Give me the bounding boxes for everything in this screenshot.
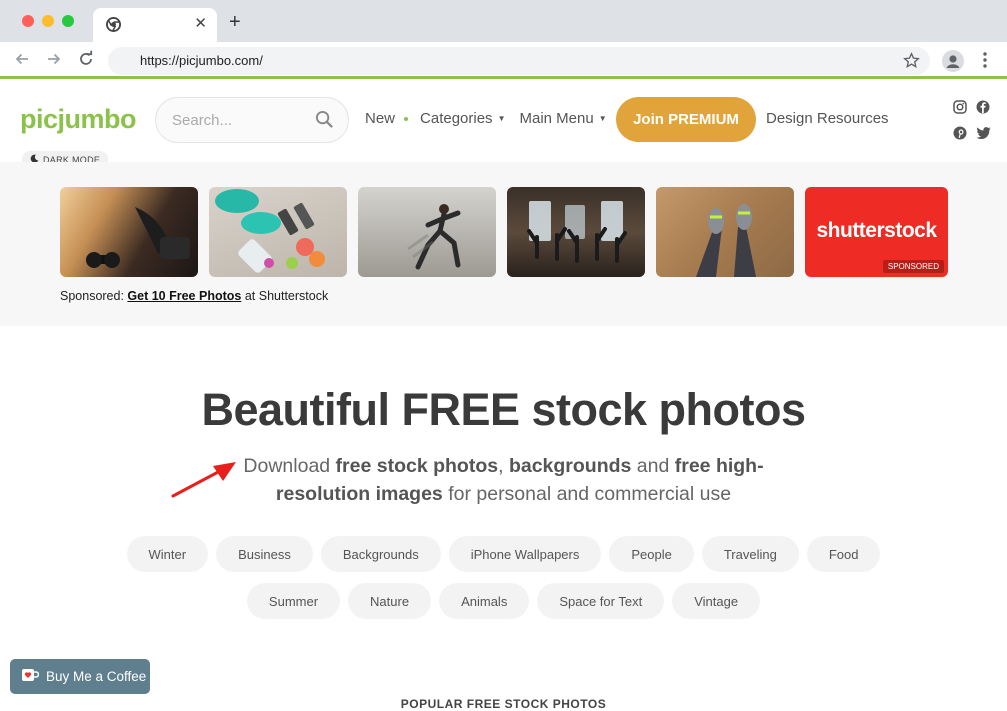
hero-subtitle: Download free stock photos, backgrounds … <box>230 452 777 508</box>
facebook-icon[interactable] <box>976 100 992 119</box>
window-controls <box>22 15 74 27</box>
chevron-down-icon: ▼ <box>598 114 607 123</box>
pinterest-icon[interactable] <box>953 126 969 145</box>
hero-sub-text: , <box>498 455 509 477</box>
hero-title: Beautiful FREE stock photos <box>201 384 806 435</box>
site-logo[interactable]: picjumbo <box>20 104 137 135</box>
chip-animals[interactable]: Animals <box>439 583 530 619</box>
chip-space-for-text[interactable]: Space for Text <box>537 583 665 619</box>
search-box <box>155 97 349 143</box>
chip-iphone-wallpapers[interactable]: iPhone Wallpapers <box>448 536 602 572</box>
sponsored-prefix: Sponsored: <box>60 289 124 303</box>
join-premium-button[interactable]: Join PREMIUM <box>616 97 756 142</box>
chip-summer[interactable]: Summer <box>246 583 341 619</box>
tab-close-icon[interactable]: ✕ <box>194 15 207 33</box>
hero-sub-bold: free stock photos <box>335 455 499 477</box>
sponsored-suffix: at Shutterstock <box>244 289 329 303</box>
sponsored-photo-runner[interactable] <box>358 187 496 277</box>
chevron-down-icon: ▼ <box>497 114 506 123</box>
shutterstock-logo: shutterstock <box>816 219 937 242</box>
chip-nature[interactable]: Nature <box>348 583 432 619</box>
buy-me-a-coffee-button[interactable]: Buy Me a Coffee <box>10 659 150 694</box>
shutterstock-ad[interactable]: shutterstock SPONSORED <box>805 187 948 277</box>
hero-sub-text: Download <box>243 455 336 477</box>
main-nav: New Categories ▼ Main Menu ▼ <box>365 110 621 127</box>
red-arrow-annotation-icon <box>170 458 240 505</box>
sponsored-section: shutterstock SPONSORED Sponsored: Get 10… <box>0 162 1007 326</box>
nav-new[interactable]: New <box>365 110 395 127</box>
nav-main-menu[interactable]: Main Menu <box>519 110 593 127</box>
chip-vintage[interactable]: Vintage <box>672 583 761 619</box>
url-text: https://picjumbo.com/ <box>140 53 263 68</box>
sponsored-photo-stretching[interactable] <box>656 187 794 277</box>
hero-sub-text: and <box>631 455 675 477</box>
browser-menu-icon[interactable] <box>983 51 987 74</box>
popular-heading: POPULAR FREE STOCK PHOTOS <box>400 697 607 711</box>
nav-categories[interactable]: Categories <box>420 110 493 127</box>
hero-sub-bold: backgrounds <box>508 455 632 477</box>
site-header: picjumbo New Categories ▼ Main Menu ▼ Jo… <box>0 79 1007 168</box>
profile-avatar-icon[interactable] <box>942 50 964 72</box>
category-chips-row-2: Summer Nature Animals Space for Text Vin… <box>0 583 1007 619</box>
instagram-icon[interactable] <box>953 100 969 119</box>
sponsored-photo-dumbbells[interactable] <box>60 187 198 277</box>
maximize-window-button[interactable] <box>62 15 74 27</box>
get-free-photos-link[interactable]: Get 10 Free Photos <box>127 289 241 303</box>
coffee-cup-icon <box>21 668 40 685</box>
chip-people[interactable]: People <box>609 536 694 572</box>
reload-icon[interactable] <box>77 50 95 73</box>
chrome-favicon-icon <box>106 17 121 37</box>
sponsored-line: Sponsored: Get 10 Free Photos at Shutter… <box>60 289 328 303</box>
search-input[interactable] <box>172 112 312 129</box>
hero-sub-text: for personal and commercial use <box>442 483 732 505</box>
new-tab-button[interactable]: + <box>229 12 241 32</box>
sponsored-photo-gym-class[interactable] <box>507 187 645 277</box>
minimize-window-button[interactable] <box>42 15 54 27</box>
chip-business[interactable]: Business <box>216 536 313 572</box>
sponsored-thumbnails: shutterstock SPONSORED <box>60 187 948 277</box>
nav-design-resources[interactable]: Design Resources <box>766 110 889 127</box>
chip-winter[interactable]: Winter <box>126 536 209 572</box>
browser-tab[interactable]: ✕ <box>93 8 217 42</box>
category-chips-row-1: Winter Business Backgrounds iPhone Wallp… <box>0 536 1007 572</box>
twitter-icon[interactable] <box>976 126 992 145</box>
browser-toolbar: https://picjumbo.com/ <box>0 42 1007 79</box>
back-arrow-icon[interactable] <box>13 50 31 73</box>
social-links <box>953 100 992 145</box>
new-indicator-dot <box>404 116 409 121</box>
coffee-label: Buy Me a Coffee <box>46 669 147 684</box>
bookmark-star-icon[interactable] <box>903 52 920 74</box>
sponsored-badge: SPONSORED <box>882 260 944 273</box>
address-bar[interactable]: https://picjumbo.com/ <box>108 47 930 75</box>
browser-tab-strip: ✕ + <box>0 0 1007 42</box>
chip-backgrounds[interactable]: Backgrounds <box>320 536 441 572</box>
search-icon[interactable] <box>315 110 334 134</box>
chip-food[interactable]: Food <box>806 536 881 572</box>
close-window-button[interactable] <box>22 15 34 27</box>
forward-arrow-icon[interactable] <box>45 50 63 73</box>
chip-traveling[interactable]: Traveling <box>701 536 799 572</box>
sponsored-photo-sneakers[interactable] <box>209 187 347 277</box>
